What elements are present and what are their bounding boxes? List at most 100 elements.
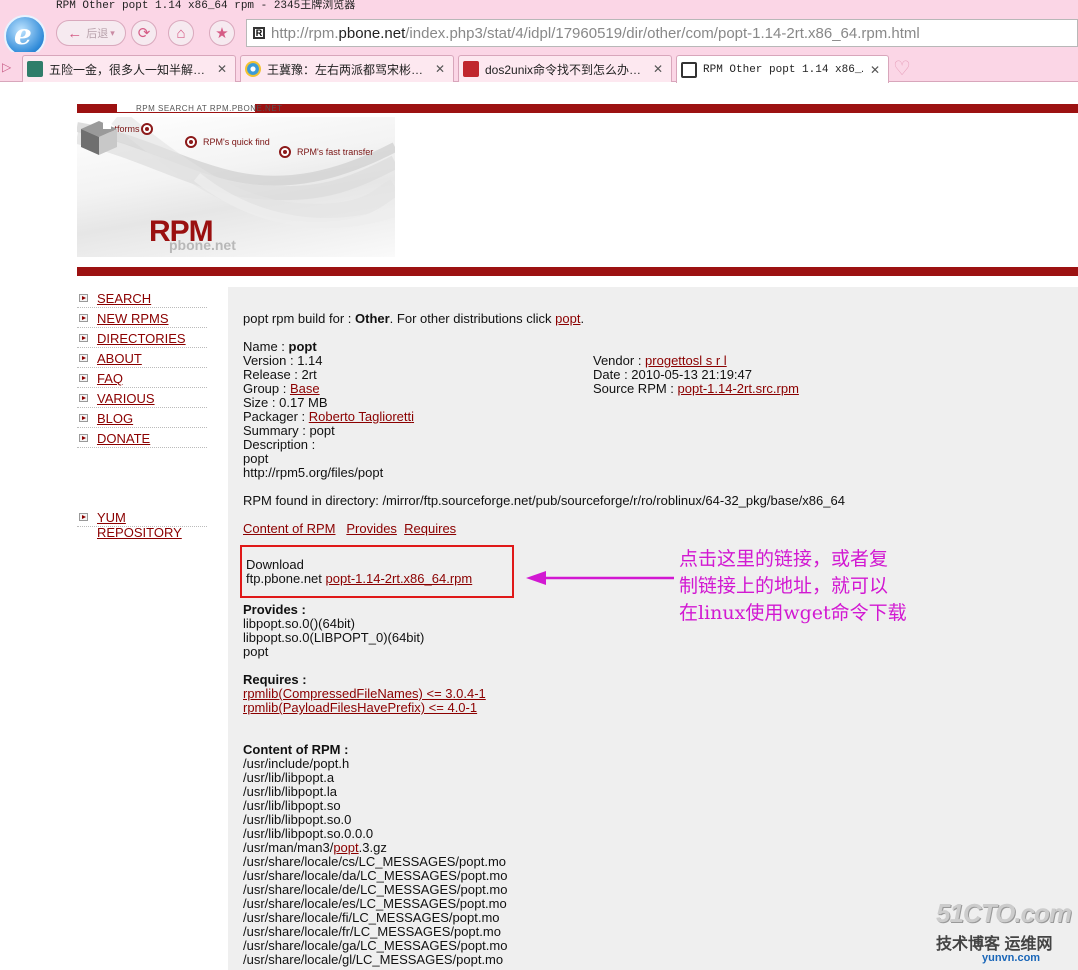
sidebar-link[interactable]: FAQ <box>97 371 123 386</box>
file-item: /usr/lib/libpopt.so.0 <box>243 812 352 827</box>
sidebar-link[interactable]: DONATE <box>97 431 150 446</box>
vendor-row: Vendor : progettosl s r l <box>593 354 727 368</box>
packager-name-tail: i <box>411 409 415 424</box>
back-label: 后退 <box>86 28 109 40</box>
bullet-icon <box>79 334 88 342</box>
tab-2[interactable]: 王冀豫：左右两派都骂宋彬… ✕ <box>240 55 454 82</box>
file-item: /usr/share/locale/de/LC_MESSAGES/popt.mo <box>243 882 508 897</box>
content-of-rpm-link[interactable]: Content of RPM <box>243 521 336 536</box>
file-item-man: /usr/man/man3/popt.3.gz <box>243 841 387 855</box>
file-item: /usr/lib/libpopt.a <box>243 770 335 785</box>
sidebar-item-about[interactable]: ABOUT <box>77 348 207 368</box>
annotation-arrow-icon <box>526 571 674 585</box>
group-row: Group : Base <box>243 382 320 396</box>
sidebar-item-donate[interactable]: DONATE <box>77 428 207 448</box>
sidebar-item-blog[interactable]: BLOG <box>77 408 207 428</box>
sidebar-item-search[interactable]: SEARCH <box>77 288 207 308</box>
file-item: /usr/share/locale/cs/LC_MESSAGES/popt.mo <box>243 854 507 869</box>
source-rpm-row: Source RPM : popt-1.14-2rt.src.rpm <box>593 382 799 396</box>
tab-favicon-icon <box>681 61 697 78</box>
chevron-down-icon: ▾ <box>110 27 115 38</box>
sidebar-link[interactable]: SEARCH <box>97 291 151 306</box>
source-rpm-link[interactable]: popt-1.14-2rt.src.rpm <box>678 381 799 396</box>
download-rpm-link[interactable]: popt-1.14-2rt.x86_64.rpm <box>326 571 473 586</box>
window-titlebar: RPM Other popt 1.14 x86_64 rpm - 2345王牌浏… <box>0 0 1078 14</box>
sidebar-link[interactable]: DIRECTORIES <box>97 331 186 346</box>
tab-3[interactable]: dos2unix命令找不到怎么办… ✕ <box>458 55 672 82</box>
back-arrow-icon: ← <box>67 24 83 42</box>
intro-prefix: popt rpm build for : <box>243 311 355 326</box>
sidebar-item-directories[interactable]: DIRECTORIES <box>77 328 207 348</box>
url-prefix: http://rpm. <box>271 25 339 42</box>
bullet-icon <box>79 434 88 442</box>
other-distributions-link[interactable]: popt <box>555 311 580 326</box>
sidebar-link[interactable]: BLOG <box>97 411 133 426</box>
summary-row: Summary : popt <box>243 423 335 438</box>
intro-distro: Other <box>355 311 390 326</box>
window-title: RPM Other popt 1.14 x86_64 rpm - 2345王牌浏… <box>56 0 356 12</box>
tab-1[interactable]: 五险一金，很多人一知半解… ✕ <box>22 55 236 82</box>
site-tag: RPM SEARCH AT RPM.PBONE.NET <box>136 104 283 113</box>
man-page-link[interactable]: popt <box>333 840 358 855</box>
browser-logo-icon[interactable]: e <box>4 15 46 57</box>
packager-link[interactable]: Roberto Taglioretti <box>309 409 414 424</box>
download-row: ftp.pbone.net popt-1.14-2rt.x86_64.rpm <box>246 572 472 586</box>
back-button[interactable]: ← 后退 ▾ <box>56 20 126 46</box>
description-label: Description : <box>243 437 316 452</box>
provides-item: libpopt.so.0()(64bit) <box>243 616 355 631</box>
address-bar[interactable]: R http://rpm.pbone.net/index.php3/stat/4… <box>246 19 1078 47</box>
watermark: 51CTO.com 技术博客 运维网 yunvn.com <box>934 898 1074 968</box>
content-title: Content of RPM : <box>243 742 349 757</box>
requires-link-item[interactable]: rpmlib(CompressedFileNames) <= 3.0.4-1 <box>243 686 486 701</box>
packager-label: Packager : <box>243 409 309 424</box>
file-item: /usr/lib/libpopt.so.0.0.0 <box>243 826 374 841</box>
sidebar-item-new-rpms[interactable]: NEW RPMS <box>77 308 207 328</box>
file-item: /usr/share/locale/gl/LC_MESSAGES/popt.mo <box>243 952 504 967</box>
home-button[interactable]: ⌂ <box>168 20 194 46</box>
sidebar-item-faq[interactable]: FAQ <box>77 368 207 388</box>
tab-favicon-icon <box>245 61 261 77</box>
banner-label-fast-transfer: RPM's fast transfer <box>297 147 374 157</box>
provides-link[interactable]: Provides <box>346 521 397 536</box>
banner-label-quick-find: RPM's quick find <box>203 137 270 147</box>
packager-row: Packager : Roberto Taglioretti <box>243 410 414 424</box>
sidebar-item-various[interactable]: VARIOUS <box>77 388 207 408</box>
sidebar-link[interactable]: VARIOUS <box>97 391 155 406</box>
version-row: Version : 1.14 <box>243 353 323 368</box>
vendor-link[interactable]: progettosl s r l <box>645 353 727 368</box>
close-icon[interactable]: ✕ <box>868 63 882 77</box>
tab-label: dos2unix命令找不到怎么办… <box>485 62 642 77</box>
found-directory: RPM found in directory: /mirror/ftp.sour… <box>243 493 845 508</box>
address-url[interactable]: http://rpm.pbone.net/index.php3/stat/4/i… <box>271 25 920 42</box>
sidebar-link[interactable]: ABOUT <box>97 351 142 366</box>
bullet-icon <box>79 294 88 302</box>
close-icon[interactable]: ✕ <box>433 62 447 76</box>
tab-4-active[interactable]: RPM Other popt 1.14 x86_… ✕ <box>676 55 889 83</box>
bullet-icon <box>79 394 88 402</box>
sidebar-link[interactable]: YUM REPOSITORY <box>97 510 207 540</box>
close-icon[interactable]: ✕ <box>215 62 229 76</box>
logo-subtext: pbone.net <box>169 237 236 253</box>
close-icon[interactable]: ✕ <box>651 62 665 76</box>
sidebar-link[interactable]: NEW RPMS <box>97 311 169 326</box>
tab-label: 五险一金，很多人一知半解… <box>49 62 206 77</box>
favorites-button[interactable]: ★ <box>209 20 235 46</box>
group-link[interactable]: Base <box>290 381 320 396</box>
sidebar-toggle-icon[interactable]: ▷ <box>2 60 16 74</box>
bullet-icon <box>79 414 88 422</box>
heart-icon[interactable]: ♡ <box>893 56 911 81</box>
refresh-button[interactable]: ⟳ <box>131 20 157 46</box>
site-favicon-icon: R <box>253 27 265 39</box>
name-value: popt <box>288 339 317 354</box>
name-label: Name : <box>243 339 289 354</box>
bullet-icon <box>79 513 88 521</box>
requires-link-item[interactable]: rpmlib(PayloadFilesHavePrefix) <= 4.0-1 <box>243 700 477 715</box>
tab-favicon-icon <box>463 61 479 77</box>
sidebar-item-yum-repository[interactable]: YUM REPOSITORY <box>77 507 207 540</box>
annotation-line: 点击这里的链接，或者复 <box>679 548 889 570</box>
tab-label: RPM Other popt 1.14 x86_… <box>703 63 864 76</box>
requires-link[interactable]: Requires <box>404 521 456 536</box>
download-title: Download <box>246 557 304 572</box>
bullet-icon <box>79 374 88 382</box>
release-row: Release : 2rt <box>243 367 317 382</box>
